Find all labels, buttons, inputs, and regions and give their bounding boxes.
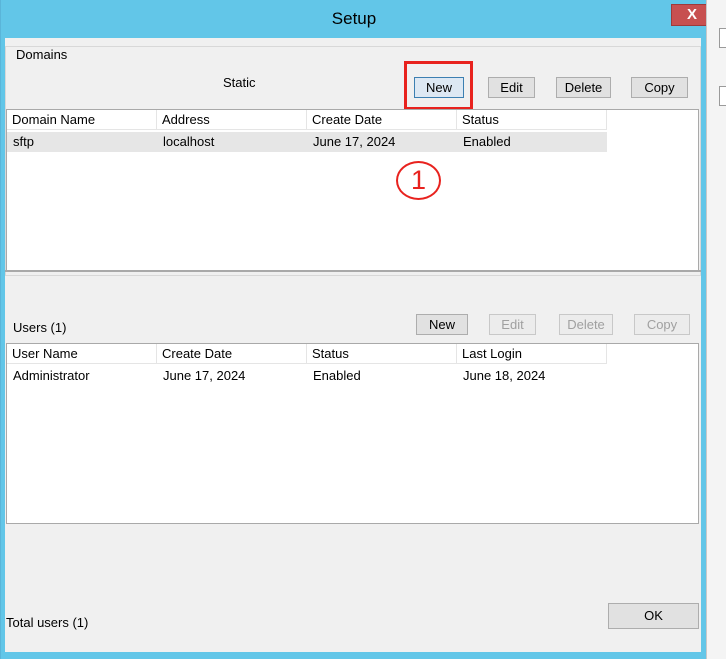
domains-mode-label: Static (223, 75, 256, 90)
close-icon: X (686, 6, 697, 23)
pane-splitter[interactable] (5, 270, 701, 272)
domains-copy-button[interactable]: Copy (631, 77, 688, 98)
domains-list[interactable]: Domain Name Address Create Date Status s… (6, 109, 699, 271)
users-new-button[interactable]: New (416, 314, 468, 335)
domain-name-cell: sftp (13, 134, 34, 149)
background-control (719, 86, 726, 106)
step-marker: 1 (396, 161, 441, 200)
user-row[interactable]: Administrator June 17, 2024 Enabled June… (7, 366, 607, 386)
domains-group-label: Domains (15, 47, 69, 62)
users-label: Users (1) (13, 320, 67, 335)
domain-row[interactable]: sftp localhost June 17, 2024 Enabled (7, 132, 607, 152)
user-name-cell: Administrator (13, 368, 90, 383)
taskbar-strip (0, 652, 726, 659)
ok-button[interactable]: OK (608, 603, 699, 629)
column-last-login[interactable]: Last Login (457, 344, 607, 364)
background-control (719, 28, 726, 48)
column-address[interactable]: Address (157, 110, 307, 130)
total-users-label: Total users (1) (6, 615, 89, 630)
users-edit-button[interactable]: Edit (489, 314, 536, 335)
user-create-date-cell: June 17, 2024 (163, 368, 246, 383)
column-user-create-date[interactable]: Create Date (157, 344, 307, 364)
window-title: Setup (331, 9, 377, 28)
setup-window: Setup X Domains Static New Edit Delete C… (0, 0, 713, 659)
column-create-date[interactable]: Create Date (307, 110, 457, 130)
column-domain-name[interactable]: Domain Name (7, 110, 157, 130)
column-user-name[interactable]: User Name (7, 344, 157, 364)
domain-status-cell: Enabled (463, 134, 511, 149)
user-status-cell: Enabled (313, 368, 361, 383)
users-delete-button[interactable]: Delete (559, 314, 613, 335)
background-window-edge (706, 0, 726, 659)
domains-edit-button[interactable]: Edit (488, 77, 535, 98)
domains-delete-button[interactable]: Delete (556, 77, 611, 98)
highlight-box (404, 61, 473, 110)
title-bar[interactable]: Setup (1, 0, 707, 38)
users-copy-button[interactable]: Copy (634, 314, 690, 335)
domain-create-date-cell: June 17, 2024 (313, 134, 396, 149)
users-list[interactable]: User Name Create Date Status Last Login … (6, 343, 699, 524)
column-user-status[interactable]: Status (307, 344, 457, 364)
domain-address-cell: localhost (163, 134, 215, 149)
column-status[interactable]: Status (457, 110, 607, 130)
user-last-login-cell: June 18, 2024 (463, 368, 546, 383)
